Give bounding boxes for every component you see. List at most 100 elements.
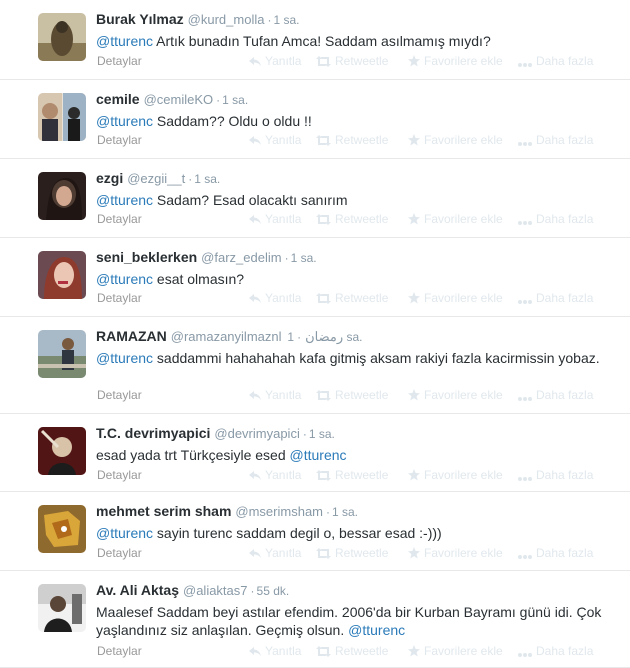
mention-link[interactable]: @tturenc xyxy=(96,525,153,541)
timestamp[interactable]: 1 sa. xyxy=(332,505,358,519)
tweet-header: Burak Yılmaz @kurd_molla · 1 sa. xyxy=(96,11,299,27)
user-handle[interactable]: @mserimsham xyxy=(235,504,323,519)
favorite-label: Favorilere ekle xyxy=(424,546,503,560)
details-link[interactable]: Detaylar xyxy=(97,388,142,402)
retweet-action[interactable]: Retweetle xyxy=(316,468,388,482)
retweet-action[interactable]: Retweetle xyxy=(316,546,388,560)
retweet-icon xyxy=(316,388,335,402)
tweet-text-segment: Sadam? Esad olacaktı sanırım xyxy=(153,192,348,208)
user-handle[interactable]: @devrimyapici xyxy=(214,426,299,441)
favorite-action[interactable]: Favorilere ekle xyxy=(408,468,503,482)
favorite-action[interactable]: Favorilere ekle xyxy=(408,133,503,147)
timestamp[interactable]: 1 sa. xyxy=(222,93,248,107)
avatar[interactable] xyxy=(38,427,86,475)
avatar[interactable] xyxy=(38,172,86,220)
mention-link[interactable]: @tturenc xyxy=(96,271,153,287)
tweet-item[interactable]: seni_beklerken @farz_edelim · 1 sa. @tturenc… xyxy=(0,238,630,317)
avatar[interactable] xyxy=(38,251,86,299)
user-handle[interactable]: @farz_edelim xyxy=(201,250,281,265)
details-link[interactable]: Detaylar xyxy=(97,546,142,560)
reply-action[interactable]: Yanıtla xyxy=(249,291,301,305)
avatar[interactable] xyxy=(38,13,86,61)
favorite-action[interactable]: Favorilere ekle xyxy=(408,54,503,68)
tweet-header: T.C. devrimyapici @devrimyapici · 1 sa. xyxy=(96,425,335,441)
more-action[interactable]: Daha fazla xyxy=(518,546,593,560)
user-name[interactable]: ezgi xyxy=(96,170,123,186)
user-handle[interactable]: @ramazanyilmaznl xyxy=(171,329,282,344)
mention-link[interactable]: @tturenc xyxy=(290,447,347,463)
reply-action[interactable]: Yanıtla xyxy=(249,468,301,482)
favorite-action[interactable]: Favorilere ekle xyxy=(408,644,503,658)
retweet-action[interactable]: Retweetle xyxy=(316,212,388,226)
retweet-action[interactable]: Retweetle xyxy=(316,644,388,658)
tweet-text-segment: sayin turenc saddam degil o, bessar esad… xyxy=(153,525,442,541)
avatar[interactable] xyxy=(38,330,86,378)
tweet-item[interactable]: mehmet serim sham @mserimsham · 1 sa. @tture… xyxy=(0,492,630,571)
reply-action[interactable]: Yanıtla xyxy=(249,133,301,147)
favorite-action[interactable]: Favorilere ekle xyxy=(408,212,503,226)
timestamp[interactable]: 1 sa. xyxy=(194,172,220,186)
timestamp[interactable]: 1 sa. xyxy=(291,251,317,265)
retweet-action[interactable]: Retweetle xyxy=(316,133,388,147)
tweet-item[interactable]: Av. Ali Aktaş @aliaktas7 · 55 dk. Maalesef S… xyxy=(0,571,630,668)
reply-icon xyxy=(249,468,265,482)
user-name[interactable]: seni_beklerken xyxy=(96,249,197,265)
more-action[interactable]: Daha fazla xyxy=(518,644,593,658)
favorite-action[interactable]: Favorilere ekle xyxy=(408,388,503,402)
more-action[interactable]: Daha fazla xyxy=(518,212,593,226)
favorite-label: Favorilere ekle xyxy=(424,644,503,658)
retweet-label: Retweetle xyxy=(335,133,389,147)
favorite-label: Favorilere ekle xyxy=(424,54,503,68)
details-link[interactable]: Detaylar xyxy=(97,54,142,68)
more-action[interactable]: Daha fazla xyxy=(518,54,593,68)
tweet-text: @tturenc Saddam?? Oldu o oldu !! xyxy=(96,112,616,130)
tweet-item[interactable]: cemile @cemileKO · 1 sa. @tturenc Saddam?? O… xyxy=(0,80,630,159)
more-label: Daha fazla xyxy=(536,388,594,402)
favorite-action[interactable]: Favorilere ekle xyxy=(408,546,503,560)
more-action[interactable]: Daha fazla xyxy=(518,468,593,482)
user-name[interactable]: mehmet serim sham xyxy=(96,503,231,519)
mention-link[interactable]: @tturenc xyxy=(96,33,153,49)
mention-link[interactable]: @tturenc xyxy=(348,622,405,638)
avatar[interactable] xyxy=(38,505,86,553)
reply-action[interactable]: Yanıtla xyxy=(249,546,301,560)
reply-action[interactable]: Yanıtla xyxy=(249,388,301,402)
retweet-action[interactable]: Retweetle xyxy=(316,388,388,402)
details-link[interactable]: Detaylar xyxy=(97,644,142,658)
avatar[interactable] xyxy=(38,93,86,141)
details-link[interactable]: Detaylar xyxy=(97,291,142,305)
user-name[interactable]: Av. Ali Aktaş xyxy=(96,582,179,598)
separator-dot: · xyxy=(302,427,307,441)
user-handle[interactable]: @aliaktas7 xyxy=(183,583,248,598)
avatar[interactable] xyxy=(38,584,86,632)
retweet-action[interactable]: Retweetle xyxy=(316,291,388,305)
details-link[interactable]: Detaylar xyxy=(97,133,142,147)
more-action[interactable]: Daha fazla xyxy=(518,388,593,402)
mention-link[interactable]: @tturenc xyxy=(96,113,153,129)
more-action[interactable]: Daha fazla xyxy=(518,291,593,305)
reply-action[interactable]: Yanıtla xyxy=(249,54,301,68)
user-name[interactable]: T.C. devrimyapici xyxy=(96,425,210,441)
user-handle[interactable]: @ezgii__t xyxy=(127,171,185,186)
tweet-item[interactable]: ezgi @ezgii__t · 1 sa. @tturenc Sadam? Esad … xyxy=(0,159,630,238)
user-name[interactable]: cemile xyxy=(96,91,140,107)
user-name[interactable]: Burak Yılmaz xyxy=(96,11,184,27)
favorite-action[interactable]: Favorilere ekle xyxy=(408,291,503,305)
user-handle[interactable]: @cemileKO xyxy=(144,92,214,107)
timestamp[interactable]: 1 sa. xyxy=(309,427,335,441)
retweet-action[interactable]: Retweetle xyxy=(316,54,388,68)
more-action[interactable]: Daha fazla xyxy=(518,133,593,147)
details-link[interactable]: Detaylar xyxy=(97,468,142,482)
tweet-item[interactable]: T.C. devrimyapici @devrimyapici · 1 sa. esad… xyxy=(0,414,630,492)
timestamp[interactable]: 1 sa. xyxy=(273,13,299,27)
tweet-item[interactable]: RAMAZAN @ramazanyilmaznl رمضان·1 sa. @ttur… xyxy=(0,317,630,414)
details-link[interactable]: Detaylar xyxy=(97,212,142,226)
mention-link[interactable]: @tturenc xyxy=(96,192,153,208)
reply-action[interactable]: Yanıtla xyxy=(249,644,301,658)
tweet-item[interactable]: Burak Yılmaz @kurd_molla · 1 sa. @tturenc Ar… xyxy=(0,0,630,80)
mention-link[interactable]: @tturenc xyxy=(96,350,153,366)
user-name[interactable]: RAMAZAN xyxy=(96,328,167,344)
reply-action[interactable]: Yanıtla xyxy=(249,212,301,226)
timestamp[interactable]: 55 dk. xyxy=(257,584,290,598)
user-handle[interactable]: @kurd_molla xyxy=(188,12,265,27)
